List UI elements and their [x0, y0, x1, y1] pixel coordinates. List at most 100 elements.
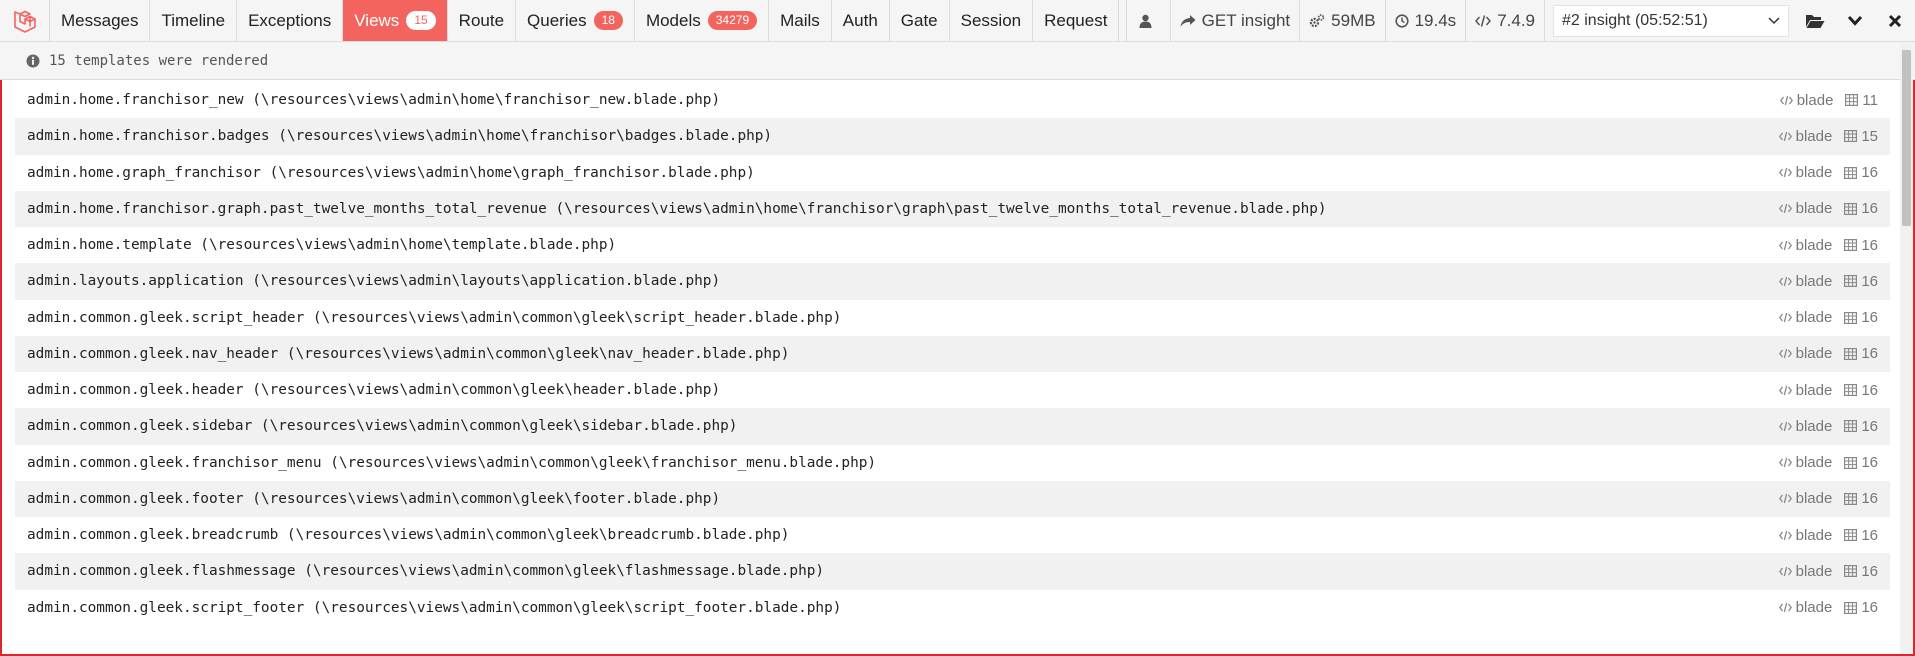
- duration-indicator: 19.4s: [1384, 0, 1466, 41]
- tab-timeline[interactable]: Timeline: [150, 0, 238, 41]
- duration-value: 19.4s: [1414, 10, 1457, 30]
- open-dataset-button[interactable]: [1795, 0, 1835, 41]
- view-row[interactable]: admin.common.gleek.script_header (\resou…: [15, 300, 1890, 336]
- view-type-label: blade: [1795, 309, 1833, 327]
- view-template-path: admin.common.gleek.script_header (\resou…: [27, 309, 842, 326]
- code-icon: [1778, 312, 1792, 323]
- view-type-label: blade: [1795, 526, 1833, 544]
- view-template-path: admin.home.graph_franchisor (\resources\…: [27, 164, 755, 181]
- code-icon: [1778, 457, 1792, 468]
- tab-models[interactable]: Models 34279: [635, 0, 770, 41]
- tab-messages[interactable]: Messages: [50, 0, 151, 41]
- view-meta: blade 16: [1767, 527, 1878, 544]
- view-template-path: admin.common.gleek.header (\resources\vi…: [27, 382, 721, 399]
- view-row[interactable]: admin.home.franchisor_new (\resources\vi…: [15, 82, 1890, 118]
- code-icon: [1778, 276, 1792, 287]
- view-type: blade: [1778, 382, 1832, 399]
- view-row[interactable]: admin.common.gleek.breadcrumb (\resource…: [15, 517, 1890, 553]
- table-icon: [1844, 529, 1858, 542]
- memory-value: 59MB: [1331, 10, 1376, 30]
- tab-label: Mails: [780, 10, 820, 30]
- tab-mails[interactable]: Mails: [769, 0, 832, 41]
- view-row[interactable]: admin.home.franchisor.badges (\resources…: [15, 118, 1890, 155]
- view-row[interactable]: admin.home.template (\resources\views\ad…: [15, 227, 1890, 263]
- tab-label: Auth: [842, 10, 878, 30]
- view-meta: blade 16: [1767, 273, 1878, 290]
- tab-count-badge: 15: [406, 11, 436, 30]
- chevron-down-icon: [1847, 15, 1863, 26]
- view-row[interactable]: admin.common.gleek.flashmessage (\resour…: [15, 553, 1890, 590]
- tab-label: Request: [1044, 10, 1108, 30]
- close-icon: [1888, 14, 1902, 27]
- close-button[interactable]: [1875, 0, 1915, 41]
- debugbar-toolbar: Messages Timeline Exceptions Views 15 Route Qu…: [0, 0, 1915, 42]
- tab-views[interactable]: Views 15: [343, 0, 448, 41]
- view-param-count: 15: [1861, 127, 1878, 145]
- view-row[interactable]: admin.common.gleek.franchisor_menu (\res…: [15, 445, 1890, 481]
- request-indicator[interactable]: GET insight: [1169, 0, 1300, 41]
- view-type: blade: [1778, 418, 1832, 435]
- tab-label: Models: [645, 10, 701, 30]
- code-icon: [1778, 421, 1792, 432]
- views-list: admin.home.franchisor_new (\resources\vi…: [15, 82, 1890, 626]
- view-template-path: admin.home.franchisor.badges (\resources…: [27, 128, 773, 145]
- laravel-logo[interactable]: [0, 0, 50, 41]
- view-type-label: blade: [1795, 127, 1833, 145]
- tab-exceptions[interactable]: Exceptions: [237, 0, 344, 41]
- scrollbar[interactable]: [1900, 42, 1913, 654]
- view-params: 16: [1844, 309, 1878, 326]
- chevron-down-icon: [1768, 16, 1780, 24]
- table-icon: [1844, 347, 1858, 360]
- table-icon: [1844, 239, 1858, 252]
- view-type: blade: [1778, 273, 1832, 290]
- view-type: blade: [1778, 526, 1833, 544]
- view-row[interactable]: admin.common.gleek.header (\resources\vi…: [15, 372, 1890, 408]
- view-param-count: 16: [1861, 236, 1878, 254]
- view-params: 16: [1844, 200, 1878, 217]
- tab-auth[interactable]: Auth: [832, 0, 890, 41]
- user-indicator[interactable]: [1125, 0, 1170, 41]
- code-icon: [1779, 95, 1793, 105]
- tab-strip: Messages Timeline Exceptions Views 15 Route Qu…: [50, 0, 1120, 41]
- code-icon: [1778, 494, 1792, 504]
- view-row[interactable]: admin.common.gleek.footer (\resources\vi…: [15, 480, 1890, 517]
- view-type: blade: [1778, 309, 1833, 327]
- cogs-icon: [1309, 13, 1325, 27]
- code-icon: [1778, 349, 1792, 359]
- dataset-select-wrapper: #2 insight (05:52:51): [1544, 0, 1795, 41]
- tab-label: Timeline: [161, 10, 226, 30]
- view-row[interactable]: admin.home.franchisor.graph.past_twelve_…: [15, 190, 1890, 227]
- view-type: blade: [1778, 454, 1833, 472]
- dataset-select-value: #2 insight (05:52:51): [1562, 11, 1708, 29]
- view-params: 16: [1844, 454, 1878, 471]
- view-row[interactable]: admin.common.gleek.script_footer (\resou…: [15, 590, 1890, 626]
- code-icon: [1778, 530, 1792, 540]
- view-type: blade: [1778, 563, 1832, 580]
- scrollbar-thumb[interactable]: [1902, 50, 1911, 226]
- minimize-button[interactable]: [1835, 0, 1875, 41]
- view-meta: blade 16: [1767, 563, 1878, 580]
- tab-gate[interactable]: Gate: [890, 0, 950, 41]
- view-row[interactable]: admin.home.graph_franchisor (\resources\…: [15, 155, 1890, 191]
- tab-request[interactable]: Request: [1033, 0, 1120, 41]
- view-template-path: admin.layouts.application (\resources\vi…: [27, 273, 721, 290]
- view-params: 16: [1844, 345, 1878, 362]
- code-icon: [1778, 240, 1792, 250]
- tab-route[interactable]: Route: [448, 0, 517, 41]
- view-param-count: 16: [1861, 272, 1878, 290]
- code-icon: [1778, 131, 1792, 142]
- view-type-label: blade: [1795, 454, 1833, 472]
- views-summary: 15 templates were rendered: [49, 52, 269, 69]
- view-type: blade: [1778, 200, 1832, 217]
- view-row[interactable]: admin.layouts.application (\resources\vi…: [15, 263, 1890, 300]
- table-icon: [1844, 384, 1858, 397]
- tab-session[interactable]: Session: [950, 0, 1034, 41]
- view-meta: blade 16: [1767, 237, 1878, 254]
- view-row[interactable]: admin.common.gleek.nav_header (\resource…: [15, 335, 1890, 372]
- tab-queries[interactable]: Queries 18: [516, 0, 635, 41]
- code-icon: [1778, 204, 1792, 214]
- tab-label: Route: [458, 10, 505, 30]
- view-type-label: blade: [1795, 599, 1833, 617]
- view-row[interactable]: admin.common.gleek.sidebar (\resources\v…: [15, 408, 1890, 445]
- dataset-select[interactable]: #2 insight (05:52:51): [1553, 4, 1789, 37]
